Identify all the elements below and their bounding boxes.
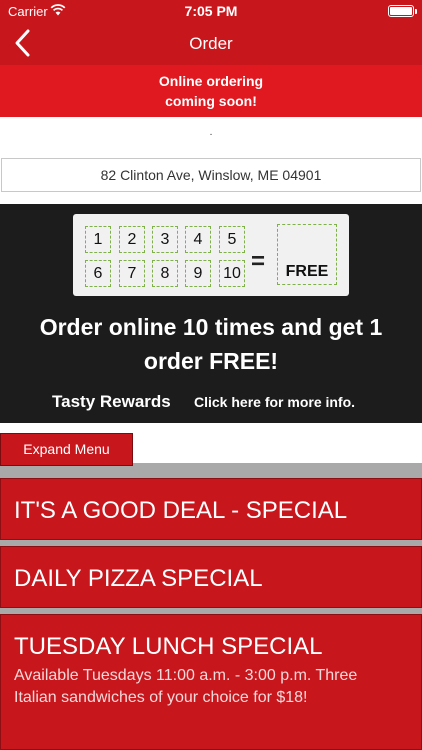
punch-cell: 3 [152, 226, 178, 253]
desc-line-1: Available Tuesdays 11:00 a.m. - 3:00 p.m… [14, 667, 358, 684]
desc-line-2: Italian sandwiches of your choice for $1… [14, 689, 308, 706]
battery-icon [388, 5, 417, 17]
page-title: Order [189, 34, 233, 53]
placeholder-dot: . [209, 127, 213, 138]
menu-item-title: IT'S A GOOD DEAL - SPECIAL [14, 497, 348, 524]
notice-line-2: coming soon! [165, 93, 257, 109]
expand-menu-button[interactable]: Expand Menu [0, 433, 133, 466]
menu-item-tuesday-lunch[interactable]: TUESDAY LUNCH SPECIAL Available Tuesdays… [0, 614, 422, 750]
promo-line-2: order FREE! [143, 348, 279, 374]
promo-line-1: Order online 10 times and get 1 [39, 314, 383, 340]
free-box: FREE [277, 224, 337, 285]
menu-item-title: TUESDAY LUNCH SPECIAL [14, 633, 323, 660]
punch-cell: 4 [185, 226, 211, 253]
punch-cell: 1 [85, 226, 111, 253]
nav-bar: Order [0, 22, 422, 65]
punch-cell: 2 [119, 226, 145, 253]
rewards-panel: 1 2 3 4 5 6 7 8 9 10 = FREE Order online… [0, 204, 422, 423]
rewards-promo: Order online 10 times and get 1 order FR… [0, 310, 422, 378]
punch-cell: 9 [185, 260, 211, 287]
status-bar: Carrier 7:05 PM [0, 0, 422, 22]
menu-item-daily-pizza[interactable]: DAILY PIZZA SPECIAL [0, 546, 422, 608]
punch-cell: 6 [85, 260, 111, 287]
menu-item-good-deal[interactable]: IT'S A GOOD DEAL - SPECIAL [0, 478, 422, 540]
menu-item-description: Available Tuesdays 11:00 a.m. - 3:00 p.m… [14, 665, 414, 709]
status-time: 7:05 PM [184, 3, 238, 19]
ordering-notice: Online ordering coming soon! [0, 65, 422, 117]
equals-sign: = [251, 248, 266, 275]
punch-cell: 8 [152, 260, 178, 287]
punch-cell: 7 [119, 260, 145, 287]
notice-line-1: Online ordering [158, 73, 264, 89]
rewards-title: Tasty Rewards [52, 392, 171, 411]
punch-cell: 10 [219, 260, 245, 287]
address-field: 82 Clinton Ave, Winslow, ME 04901 [1, 158, 421, 192]
menu-item-title: DAILY PIZZA SPECIAL [14, 565, 263, 592]
rewards-info-link[interactable]: Click here for more info. [194, 394, 355, 410]
punch-card: 1 2 3 4 5 6 7 8 9 10 = FREE [73, 214, 349, 296]
punch-cell: 5 [219, 226, 245, 253]
